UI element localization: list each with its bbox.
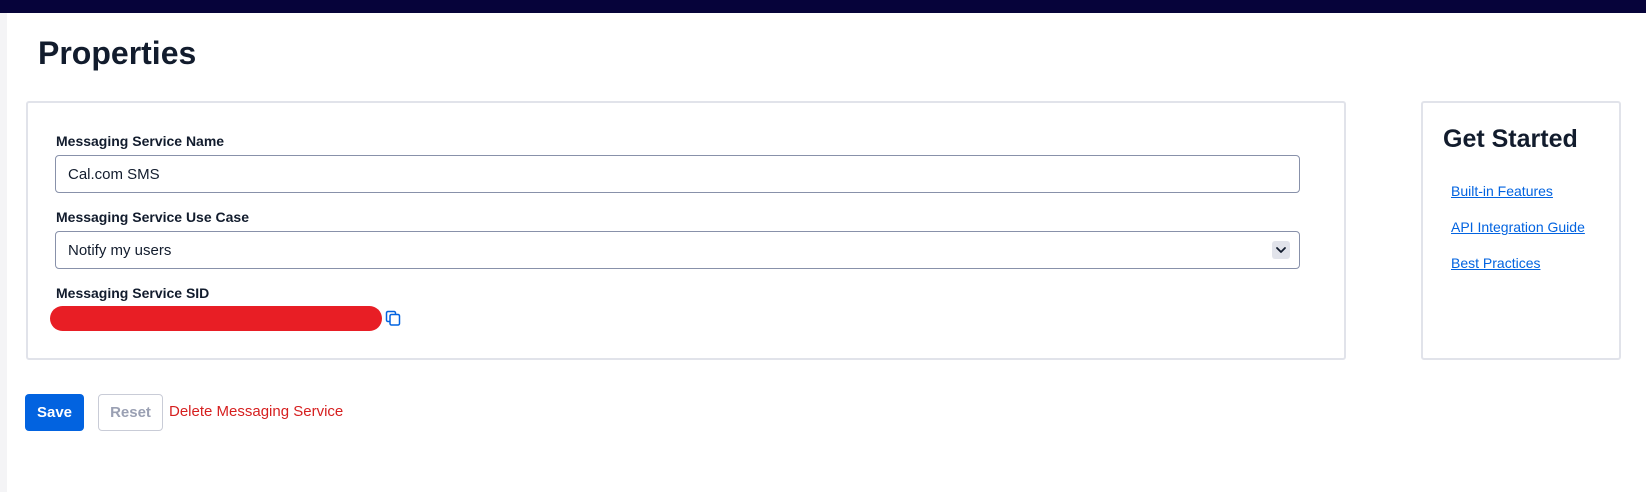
use-case-label: Messaging Service Use Case	[56, 209, 249, 225]
chevron-down-icon	[1272, 241, 1290, 259]
api-integration-guide-link[interactable]: API Integration Guide	[1451, 219, 1585, 235]
save-button[interactable]: Save	[25, 394, 84, 431]
built-in-features-link[interactable]: Built-in Features	[1451, 183, 1553, 199]
best-practices-link[interactable]: Best Practices	[1451, 255, 1540, 271]
properties-card: Messaging Service Name Messaging Service…	[26, 101, 1346, 360]
use-case-select[interactable]: Notify my users	[55, 231, 1300, 269]
service-name-label: Messaging Service Name	[56, 133, 225, 149]
reset-button[interactable]: Reset	[98, 394, 163, 431]
service-name-input[interactable]	[55, 155, 1300, 193]
use-case-selected-value: Notify my users	[68, 242, 172, 259]
delete-messaging-service-link[interactable]: Delete Messaging Service	[169, 403, 343, 420]
copy-icon[interactable]	[384, 309, 402, 327]
top-bar	[0, 0, 1646, 13]
left-edge-strip	[0, 13, 7, 492]
sid-redaction-mark	[50, 306, 382, 331]
page-title: Properties	[38, 35, 197, 71]
service-sid-label: Messaging Service SID	[56, 285, 210, 301]
get-started-title: Get Started	[1443, 125, 1578, 153]
get-started-panel: Get Started Built-in Features API Integr…	[1421, 101, 1621, 360]
